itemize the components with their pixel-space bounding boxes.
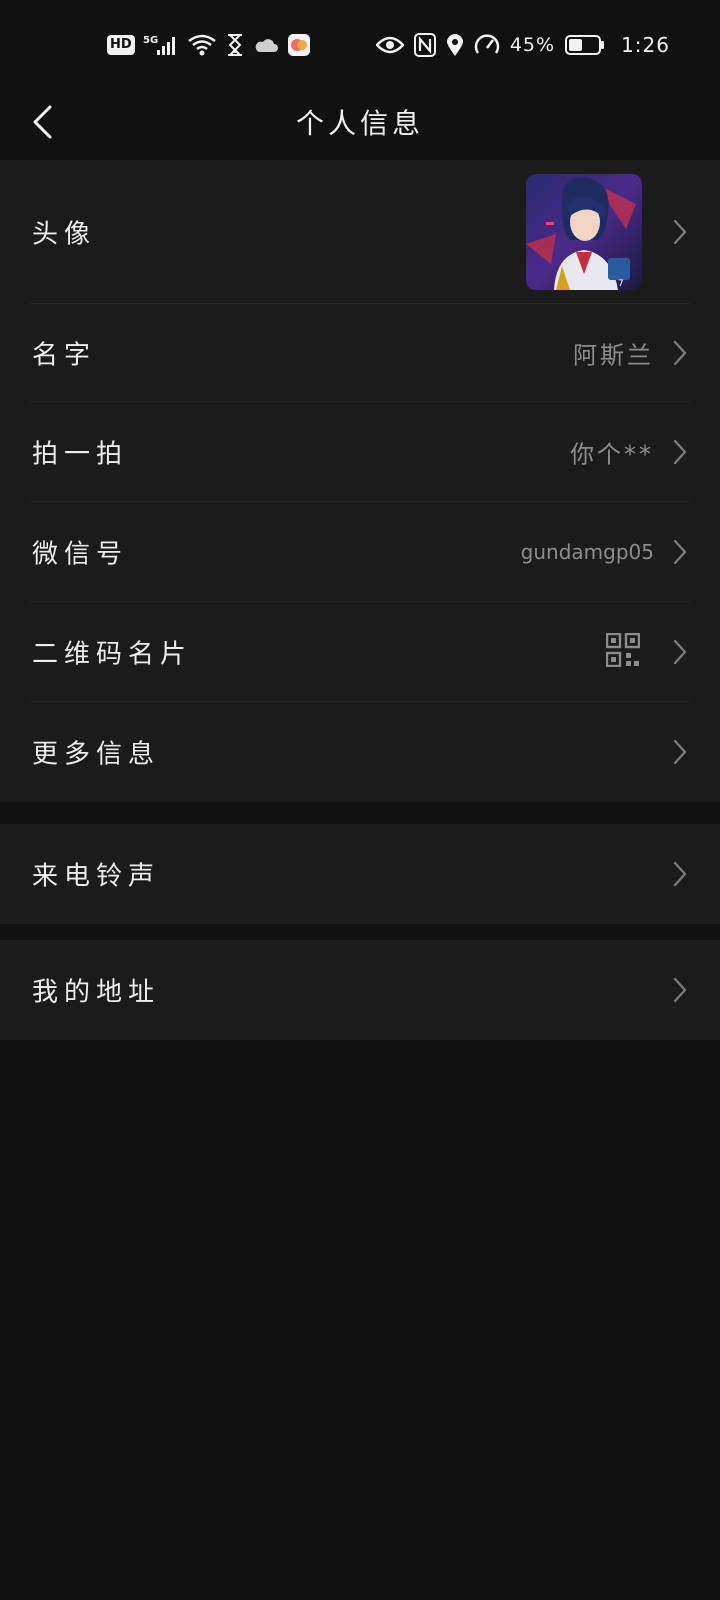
row-wechat-id-label: 微信号 — [32, 539, 129, 570]
battery-percent: 45% — [509, 34, 556, 56]
eye-icon — [375, 35, 404, 55]
location-icon — [446, 33, 464, 57]
row-avatar-label: 头像 — [32, 219, 97, 250]
wifi-icon — [187, 33, 217, 57]
row-qr-card[interactable]: 二维码名片 — [0, 602, 720, 702]
row-name-label: 名字 — [32, 340, 97, 371]
chevron-right-icon — [670, 437, 690, 467]
row-more-info[interactable]: 更多信息 — [0, 702, 720, 802]
clock: 1:26 — [621, 33, 670, 57]
status-bar-left: HD 5G — [107, 33, 311, 57]
row-pat-value: 你个** — [570, 440, 654, 469]
battery-icon — [565, 34, 605, 56]
status-bar: HD 5G 45% 1:26 — [0, 0, 720, 90]
profile-info-group: 头像 7 名字 阿斯兰 拍一拍 你个** 微信号 gundamgp05 二维码名… — [0, 160, 720, 802]
hd-icon: HD — [107, 35, 135, 55]
chevron-right-icon — [670, 217, 690, 247]
row-ringtone-label: 来电铃声 — [32, 861, 161, 892]
chevron-right-icon — [670, 859, 690, 889]
chevron-right-icon — [670, 338, 690, 368]
hourglass-icon — [225, 33, 245, 57]
signal-5g-icon: 5G — [143, 33, 179, 57]
svg-text:7: 7 — [618, 279, 624, 289]
chevron-right-icon — [670, 637, 690, 667]
row-name-value: 阿斯兰 — [573, 341, 654, 370]
row-name[interactable]: 名字 阿斯兰 — [0, 304, 720, 402]
chevron-right-icon — [670, 537, 690, 567]
app-notification-icon — [287, 33, 311, 57]
row-pat[interactable]: 拍一拍 你个** — [0, 402, 720, 502]
svg-text:5G: 5G — [143, 35, 158, 46]
row-wechat-id[interactable]: 微信号 gundamgp05 — [0, 502, 720, 602]
chevron-right-icon — [670, 975, 690, 1005]
title-bar: 个人信息 — [0, 90, 720, 158]
page-title: 个人信息 — [295, 107, 424, 140]
status-bar-right: 45% 1:26 — [375, 33, 670, 57]
row-address-label: 我的地址 — [32, 977, 161, 1008]
avatar: 7 — [526, 174, 642, 290]
row-pat-label: 拍一拍 — [32, 439, 129, 470]
chevron-right-icon — [670, 737, 690, 767]
row-wechat-id-value: gundamgp05 — [520, 540, 654, 564]
row-avatar[interactable]: 头像 7 — [0, 160, 720, 304]
nfc-icon — [413, 33, 436, 57]
ringtone-group: 来电铃声 — [0, 824, 720, 924]
row-more-info-label: 更多信息 — [32, 739, 161, 770]
row-ringtone[interactable]: 来电铃声 — [0, 824, 720, 924]
row-qr-card-label: 二维码名片 — [32, 639, 193, 670]
qr-code-icon — [605, 632, 641, 671]
address-group: 我的地址 — [0, 940, 720, 1040]
speed-icon — [474, 33, 500, 57]
row-address[interactable]: 我的地址 — [0, 940, 720, 1040]
cloud-icon — [253, 35, 279, 55]
